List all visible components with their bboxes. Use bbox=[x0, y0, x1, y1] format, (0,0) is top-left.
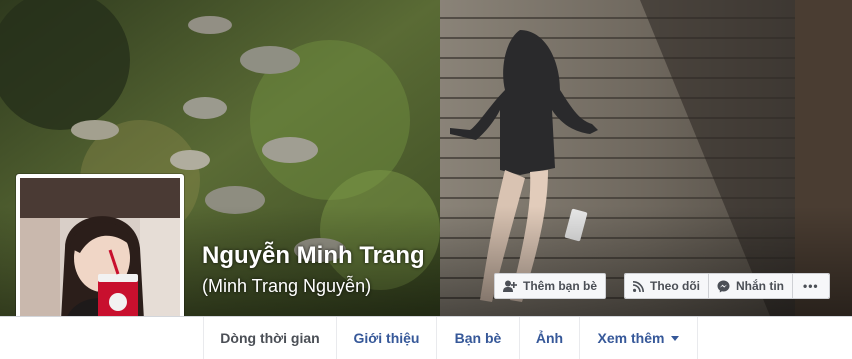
message-button[interactable]: Nhắn tin bbox=[708, 274, 792, 298]
tab-friends-label: Bạn bè bbox=[454, 330, 502, 346]
tab-photos-label: Ảnh bbox=[535, 330, 564, 346]
tab-about[interactable]: Giới thiệu bbox=[337, 317, 437, 359]
tab-more-label: Xem thêm bbox=[597, 330, 665, 346]
tab-timeline[interactable]: Dòng thời gian bbox=[203, 317, 337, 359]
follow-label: Theo dõi bbox=[650, 279, 700, 293]
follow-button[interactable]: Theo dõi bbox=[625, 274, 708, 298]
tab-about-label: Giới thiệu bbox=[353, 330, 420, 346]
tab-photos[interactable]: Ảnh bbox=[520, 317, 580, 359]
messenger-icon bbox=[717, 280, 730, 293]
profile-alternate-name: (Minh Trang Nguyễn) bbox=[202, 276, 372, 296]
rss-follow-icon bbox=[633, 280, 644, 292]
more-options-label: ••• bbox=[803, 279, 819, 293]
profile-tabs: Dòng thời gian Giới thiệu Bạn bè Ảnh Xem… bbox=[0, 316, 852, 359]
profile-photo bbox=[20, 178, 180, 338]
message-label: Nhắn tin bbox=[736, 279, 784, 293]
add-friend-button[interactable]: Thêm bạn bè bbox=[494, 273, 607, 299]
caret-down-icon bbox=[671, 335, 680, 341]
tab-friends[interactable]: Bạn bè bbox=[437, 317, 520, 359]
more-options-button[interactable]: ••• bbox=[792, 274, 829, 298]
add-friend-label: Thêm bạn bè bbox=[523, 279, 598, 293]
profile-name[interactable]: Nguyễn Minh Trang bbox=[202, 242, 425, 270]
add-friend-icon bbox=[503, 280, 517, 292]
tab-timeline-label: Dòng thời gian bbox=[220, 330, 320, 346]
tab-more[interactable]: Xem thêm bbox=[580, 317, 698, 359]
profile-actions-group: Theo dõi Nhắn tin ••• bbox=[624, 273, 830, 299]
